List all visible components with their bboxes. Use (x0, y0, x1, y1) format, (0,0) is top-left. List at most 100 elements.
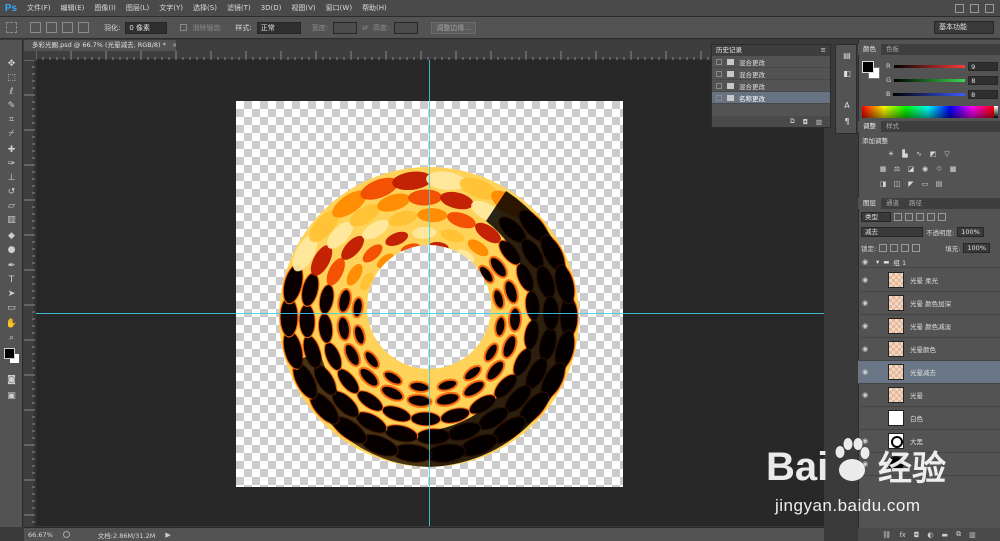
canvas-area[interactable] (36, 60, 824, 526)
lock-pixels-icon[interactable] (890, 243, 899, 252)
gradient-map-icon[interactable]: ▭ (920, 180, 930, 189)
status-icon[interactable] (62, 531, 70, 538)
visibility-eye-icon[interactable]: ◉ (858, 368, 872, 376)
history-item-selected[interactable]: 名称更改 (712, 92, 830, 104)
layer-row[interactable]: ◉ 光晕 柔光 (858, 269, 1000, 292)
grayscale-ramp[interactable] (994, 106, 998, 118)
new-document-from-state-icon[interactable]: ⧉ (790, 117, 795, 126)
red-value-input[interactable]: 9 (968, 61, 998, 71)
curves-icon[interactable]: ∿ (914, 150, 924, 159)
group-expand-chevron-icon[interactable]: ▾ (876, 258, 879, 266)
stamp-tool-icon[interactable]: ⊥ (5, 172, 18, 184)
green-value-input[interactable]: 8 (968, 75, 998, 85)
menu-help[interactable]: 帮助(H) (357, 3, 392, 13)
menu-edit[interactable]: 编辑(E) (56, 3, 90, 13)
posterize-icon[interactable]: ◫ (892, 180, 902, 189)
selective-color-icon[interactable]: ▤ (934, 180, 944, 189)
layer-name[interactable]: 光晕减去 (910, 367, 936, 377)
add-selection-icon[interactable] (46, 22, 57, 33)
menu-select[interactable]: 选择(S) (188, 3, 222, 13)
layer-name[interactable]: 光晕 颜色加深 (910, 298, 951, 308)
type-tool-icon[interactable]: T (5, 274, 18, 286)
style-select[interactable]: 正常 (256, 21, 301, 34)
lasso-tool-icon[interactable]: ℓ (5, 86, 18, 98)
dodge-tool-icon[interactable]: ● (5, 244, 18, 256)
history-item[interactable]: 混合更改 (712, 68, 830, 80)
maximize-icon[interactable] (970, 3, 979, 13)
menu-window[interactable]: 窗口(W) (321, 3, 357, 13)
adjustment-icon[interactable]: ◐ (927, 531, 933, 539)
crop-tool-icon[interactable]: ⌗ (5, 114, 18, 126)
filter-pixel-icon[interactable] (894, 212, 902, 221)
tab-color[interactable]: 颜色 (858, 44, 881, 55)
move-tool-icon[interactable]: ✥ (5, 58, 18, 70)
close-icon[interactable] (985, 3, 994, 13)
history-panel-icon[interactable]: ▤ (841, 51, 853, 62)
invert-icon[interactable]: ◨ (878, 180, 888, 189)
mask-icon[interactable]: ◘ (914, 531, 920, 539)
filter-adjustment-icon[interactable] (905, 212, 913, 221)
layer-row[interactable]: ◉ 光晕 颜色加深 (858, 292, 1000, 315)
marquee-tool-icon[interactable]: ⬚ (5, 72, 18, 84)
red-slider[interactable] (893, 64, 966, 68)
fill-input[interactable]: 100% (963, 242, 990, 253)
tab-paths[interactable]: 路径 (904, 198, 927, 209)
green-slider[interactable] (894, 78, 966, 82)
menu-3d[interactable]: 3D(D) (256, 4, 287, 12)
foreground-color-swatch[interactable] (862, 61, 874, 73)
swap-icon[interactable]: ⇄ (362, 24, 368, 32)
properties-panel-icon[interactable]: ◧ (841, 69, 853, 80)
visibility-eye-icon[interactable]: ◉ (858, 391, 872, 399)
screen-mode-icon[interactable]: ▣ (5, 390, 18, 402)
history-brush-source-checkbox[interactable] (716, 94, 722, 101)
subtract-selection-icon[interactable] (62, 22, 73, 33)
new-selection-icon[interactable] (30, 22, 41, 33)
brightness-icon[interactable]: ☀ (886, 150, 896, 159)
lock-all-icon[interactable] (912, 243, 921, 252)
layer-thumbnail[interactable] (888, 364, 904, 380)
layer-thumbnail[interactable] (888, 318, 904, 334)
pen-tool-icon[interactable]: ✒ (5, 260, 18, 272)
lock-position-icon[interactable] (901, 243, 910, 252)
threshold-icon[interactable]: ◤ (906, 180, 916, 189)
tab-adjustments[interactable]: 调整 (858, 121, 881, 132)
trash-icon[interactable]: ▥ (969, 531, 976, 539)
delete-state-icon[interactable]: ▥ (816, 118, 822, 126)
menu-image[interactable]: 图像(I) (89, 3, 121, 13)
hand-tool-icon[interactable]: ✋ (5, 318, 18, 330)
menu-type[interactable]: 文字(Y) (154, 3, 188, 13)
foreground-color-swatch-top[interactable] (4, 348, 15, 359)
filter-smart-object-icon[interactable] (938, 212, 946, 221)
history-item[interactable]: 混合更改 (712, 80, 830, 92)
zoom-level[interactable]: 66.67% (28, 531, 53, 539)
healing-tool-icon[interactable]: ✚ (5, 144, 18, 156)
document-tab[interactable]: 多彩光圈.psd @ 66.7% (光晕减去, RGB/8) * × (24, 40, 177, 51)
photo-filter-icon[interactable]: ◉ (920, 165, 930, 174)
shape-tool-icon[interactable]: ▭ (5, 302, 18, 314)
history-panel-title[interactable]: 历史记录 (716, 46, 742, 54)
blur-tool-icon[interactable]: ◆ (5, 230, 18, 242)
layer-row[interactable]: ◉ 光晕 颜色减淡 (858, 315, 1000, 338)
visibility-eye-icon[interactable]: ◉ (858, 258, 872, 266)
menu-view[interactable]: 视图(V) (286, 3, 320, 13)
filter-shape-icon[interactable] (927, 212, 935, 221)
link-icon[interactable]: ⛓ (882, 531, 891, 539)
fx-icon[interactable]: fx (899, 531, 906, 539)
horizontal-guide[interactable] (36, 313, 824, 314)
tab-channels[interactable]: 通道 (881, 198, 904, 209)
tab-layers[interactable]: 图层 (858, 198, 881, 209)
character-panel-icon[interactable]: A (841, 101, 853, 112)
eraser-tool-icon[interactable]: ▱ (5, 200, 18, 212)
vertical-ruler[interactable] (24, 59, 35, 526)
blend-mode-select[interactable]: 减去 (861, 226, 923, 237)
visibility-eye-icon[interactable]: ◉ (858, 276, 872, 284)
history-item[interactable]: 混合更改 (712, 56, 830, 68)
folder-icon[interactable]: ▬ (941, 531, 948, 539)
workspace-select[interactable]: 基本功能 (934, 21, 994, 34)
visibility-eye-icon[interactable]: ◉ (858, 322, 872, 330)
layer-row[interactable]: ◉ 光晕颜色 (858, 338, 1000, 361)
intersect-selection-icon[interactable] (78, 22, 89, 33)
blue-value-input[interactable]: 8 (968, 89, 998, 99)
width-input[interactable] (333, 21, 358, 34)
layer-group[interactable]: ◉ ▾ ▬ 组 1 (858, 257, 1000, 268)
